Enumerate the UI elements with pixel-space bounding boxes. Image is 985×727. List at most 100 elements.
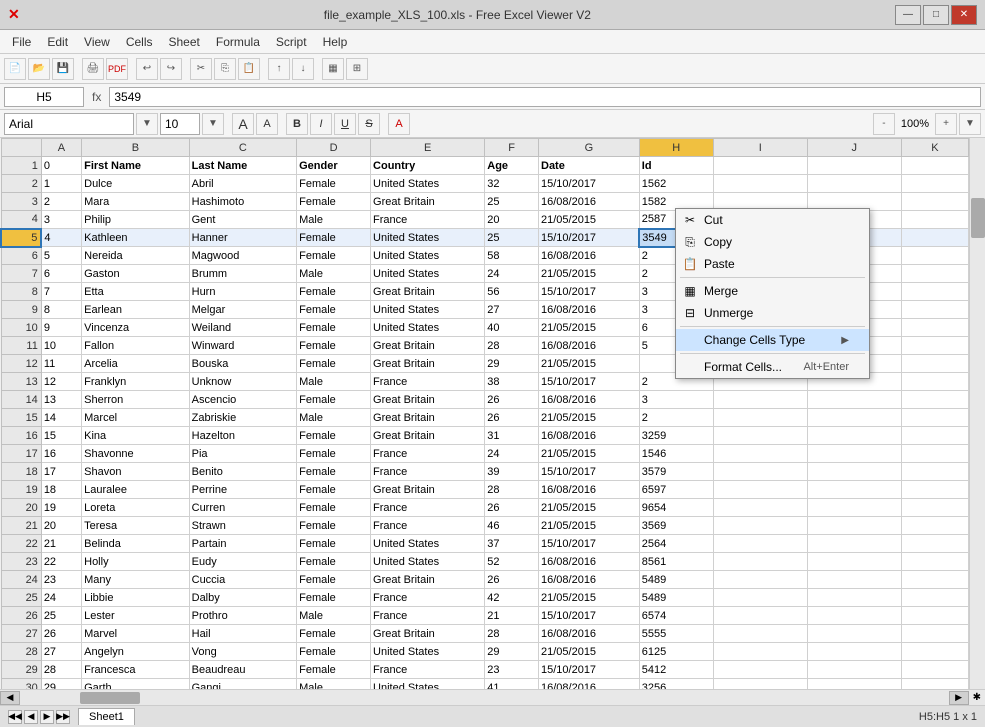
cell-a29[interactable]: 28 — [41, 661, 81, 679]
cell-c6[interactable]: Magwood — [189, 247, 297, 265]
cell-g6[interactable]: 16/08/2016 — [539, 247, 640, 265]
cell-j25[interactable] — [807, 589, 901, 607]
row-header-13[interactable]: 13 — [1, 373, 41, 391]
cell-a23[interactable]: 22 — [41, 553, 81, 571]
cell-a26[interactable]: 25 — [41, 607, 81, 625]
nav-first-sheet[interactable]: ◀◀ — [8, 710, 22, 724]
row-header-18[interactable]: 18 — [1, 463, 41, 481]
cell-i17[interactable] — [713, 445, 807, 463]
cell-k10[interactable] — [901, 319, 968, 337]
cell-e28[interactable]: United States — [371, 643, 485, 661]
cell-e12[interactable]: Great Britain — [371, 355, 485, 373]
cell-g21[interactable]: 21/05/2015 — [539, 517, 640, 535]
cell-f10[interactable]: 40 — [485, 319, 539, 337]
italic-button[interactable]: I — [310, 113, 332, 135]
font-name-dropdown[interactable]: ▼ — [136, 113, 158, 135]
cell-b14[interactable]: Sherron — [82, 391, 190, 409]
cell-c23[interactable]: Eudy — [189, 553, 297, 571]
cell-e24[interactable]: Great Britain — [371, 571, 485, 589]
cell-c27[interactable]: Hail — [189, 625, 297, 643]
cell-b29[interactable]: Francesca — [82, 661, 190, 679]
cell-b24[interactable]: Many — [82, 571, 190, 589]
ctx-unmerge[interactable]: ⊟ Unmerge — [676, 302, 869, 324]
cell-i30[interactable] — [713, 679, 807, 690]
row-header-30[interactable]: 30 — [1, 679, 41, 690]
nav-prev-sheet[interactable]: ◀ — [24, 710, 38, 724]
cell-j30[interactable] — [807, 679, 901, 690]
row-header-20[interactable]: 20 — [1, 499, 41, 517]
cell-g14[interactable]: 16/08/2016 — [539, 391, 640, 409]
zoom-out-button[interactable]: - — [873, 113, 895, 135]
cell-i27[interactable] — [713, 625, 807, 643]
row-header-12[interactable]: 12 — [1, 355, 41, 373]
cell-h22[interactable]: 2564 — [639, 535, 713, 553]
cell-g25[interactable]: 21/05/2015 — [539, 589, 640, 607]
cell-c28[interactable]: Vong — [189, 643, 297, 661]
close-button[interactable]: ✕ — [951, 5, 977, 25]
cell-c18[interactable]: Benito — [189, 463, 297, 481]
cell-c13[interactable]: Unknow — [189, 373, 297, 391]
cell-a18[interactable]: 17 — [41, 463, 81, 481]
cell-g29[interactable]: 15/10/2017 — [539, 661, 640, 679]
row-header-10[interactable]: 10 — [1, 319, 41, 337]
border-button[interactable]: ▦ — [322, 58, 344, 80]
cell-d11[interactable]: Female — [297, 337, 371, 355]
cell-e20[interactable]: France — [371, 499, 485, 517]
cell-b26[interactable]: Lester — [82, 607, 190, 625]
cell-e7[interactable]: United States — [371, 265, 485, 283]
cell-d2[interactable]: Female — [297, 175, 371, 193]
cell-d14[interactable]: Female — [297, 391, 371, 409]
cell-b11[interactable]: Fallon — [82, 337, 190, 355]
strikethrough-button[interactable]: S — [358, 113, 380, 135]
cell-a8[interactable]: 7 — [41, 283, 81, 301]
cell-d20[interactable]: Female — [297, 499, 371, 517]
cell-a2[interactable]: 1 — [41, 175, 81, 193]
cell-h2[interactable]: 1562 — [639, 175, 713, 193]
cell-c24[interactable]: Cuccia — [189, 571, 297, 589]
cell-f15[interactable]: 26 — [485, 409, 539, 427]
cell-e13[interactable]: France — [371, 373, 485, 391]
cell-e14[interactable]: Great Britain — [371, 391, 485, 409]
cell-i26[interactable] — [713, 607, 807, 625]
cell-e4[interactable]: France — [371, 211, 485, 229]
cell-f5[interactable]: 25 — [485, 229, 539, 247]
ctx-format-cells[interactable]: Format Cells... Alt+Enter — [676, 356, 869, 378]
cell-f14[interactable]: 26 — [485, 391, 539, 409]
cell-c8[interactable]: Hurn — [189, 283, 297, 301]
cell-e8[interactable]: Great Britain — [371, 283, 485, 301]
cell-i15[interactable] — [713, 409, 807, 427]
cell-a22[interactable]: 21 — [41, 535, 81, 553]
cell-e26[interactable]: France — [371, 607, 485, 625]
cell-e3[interactable]: Great Britain — [371, 193, 485, 211]
cell-g10[interactable]: 21/05/2015 — [539, 319, 640, 337]
cell-f19[interactable]: 28 — [485, 481, 539, 499]
cell-i14[interactable] — [713, 391, 807, 409]
cell-f8[interactable]: 56 — [485, 283, 539, 301]
cell-e2[interactable]: United States — [371, 175, 485, 193]
cell-j1[interactable] — [807, 157, 901, 175]
cell-k1[interactable] — [901, 157, 968, 175]
cell-c17[interactable]: Pia — [189, 445, 297, 463]
cell-g15[interactable]: 21/05/2015 — [539, 409, 640, 427]
cell-i22[interactable] — [713, 535, 807, 553]
cell-k11[interactable] — [901, 337, 968, 355]
row-header-26[interactable]: 26 — [1, 607, 41, 625]
cell-e30[interactable]: United States — [371, 679, 485, 690]
cell-d28[interactable]: Female — [297, 643, 371, 661]
cell-f9[interactable]: 27 — [485, 301, 539, 319]
cell-g7[interactable]: 21/05/2015 — [539, 265, 640, 283]
menu-item-edit[interactable]: Edit — [39, 33, 76, 51]
cell-c30[interactable]: Gangi — [189, 679, 297, 690]
cell-e23[interactable]: United States — [371, 553, 485, 571]
cell-c15[interactable]: Zabriskie — [189, 409, 297, 427]
cell-k20[interactable] — [901, 499, 968, 517]
cell-b19[interactable]: Lauralee — [82, 481, 190, 499]
cell-d26[interactable]: Male — [297, 607, 371, 625]
cell-k30[interactable] — [901, 679, 968, 690]
cell-g9[interactable]: 16/08/2016 — [539, 301, 640, 319]
cell-j14[interactable] — [807, 391, 901, 409]
cell-k18[interactable] — [901, 463, 968, 481]
cell-i28[interactable] — [713, 643, 807, 661]
row-header-1[interactable]: 1 — [1, 157, 41, 175]
cell-j21[interactable] — [807, 517, 901, 535]
